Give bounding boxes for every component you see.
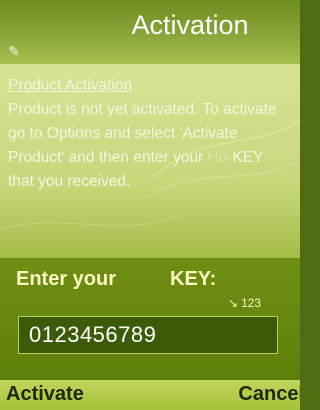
- info-line-3: Product' and then enter your Ho-KEY: [8, 146, 292, 170]
- info-line-4: that you received.: [8, 173, 131, 190]
- info-line-1: Product is not yet activated. To activat…: [8, 101, 277, 118]
- cancel-softkey[interactable]: Cancel: [238, 383, 300, 406]
- key-input-field[interactable]: 0123456789: [18, 316, 278, 354]
- dialog-prompt: Enter your: [16, 268, 117, 290]
- activate-softkey[interactable]: Activate: [6, 383, 84, 406]
- title-bar: ✎ Activation: [0, 0, 300, 64]
- input-mode-icon: ↘: [228, 296, 239, 310]
- input-mode-label: 123: [241, 296, 262, 310]
- key-input-value: 0123456789: [29, 322, 157, 347]
- dialog-prompt-key: KEY:: [170, 268, 217, 290]
- info-line-3-key: KEY: [232, 149, 264, 166]
- info-line-3-faint-text: Ho-: [207, 149, 233, 166]
- softkey-bar: Activate Cancel: [0, 380, 300, 410]
- key-entry-dialog: Enter your KEY: ↘ 123 0123456789: [0, 258, 300, 380]
- info-line-3-text: Product' and then enter your: [8, 149, 208, 166]
- page-title: Activation: [131, 10, 249, 40]
- product-activation-heading: Product Activation: [8, 77, 133, 94]
- input-mode-indicator: ↘ 123: [228, 296, 261, 310]
- activation-info: Product Activation Product is not yet ac…: [8, 74, 292, 194]
- info-line-2: go to Options and select 'Activate: [8, 125, 238, 142]
- pen-icon: ✎: [8, 44, 20, 60]
- phone-screen: ✎ Activation Product Activation Product …: [0, 0, 300, 410]
